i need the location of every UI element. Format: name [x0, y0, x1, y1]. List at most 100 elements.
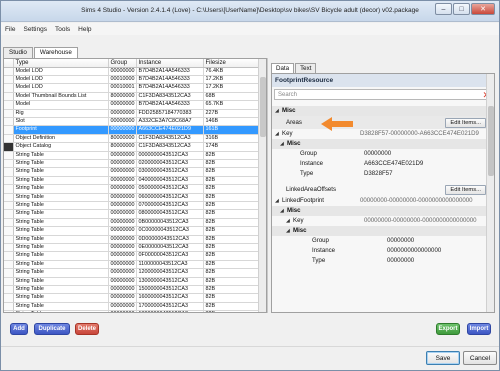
list-scrollbar[interactable] — [258, 59, 266, 312]
edit-linked-offsets-button[interactable]: Edit Items... — [445, 185, 486, 195]
table-row[interactable]: Object Catalog 80000000 C1F3DA8343512CA3 17… — [4, 142, 261, 152]
table-row[interactable]: Model LOD 00000000 B7D4B2A14A546333 76.4KB — [4, 67, 261, 76]
prop-key[interactable]: ◢ Key D3828F57-00000000-A663CCE474E021D9 — [272, 129, 494, 139]
table-row[interactable]: Model LOD 00010001 B7D4B2A14A546333 17.2KB — [4, 83, 261, 93]
table-row[interactable]: Footprint 00000000 A663CCE474E021D9 161B — [4, 125, 261, 135]
tab-warehouse[interactable]: Warehouse — [33, 47, 78, 58]
table-row[interactable]: String Table 00000000 0700000043512CA3 82B — [4, 201, 261, 211]
cell-group: 00000000 — [108, 310, 137, 312]
close-button[interactable]: ✕ — [471, 3, 495, 15]
cell-instance: 0500000043512CA3 — [136, 184, 204, 194]
minimize-button[interactable]: – — [435, 3, 452, 15]
table-row[interactable]: String Table 00000000 0500000043512CA3 82B — [4, 184, 261, 194]
tab-studio[interactable]: Studio — [3, 47, 33, 58]
table-row[interactable]: Rig 00000000 FDD25857184770383 227B — [4, 109, 261, 118]
table-row[interactable]: Slot 00000000 A332CE3A7C8C68A7 146B — [4, 117, 261, 127]
export-button[interactable]: Export — [436, 323, 460, 335]
table-row[interactable]: String Table 00000000 0E00000043512CA3 82B — [4, 243, 261, 253]
row-marker — [4, 167, 14, 177]
search-input[interactable]: Search — [274, 89, 492, 100]
table-row[interactable]: String Table 00000000 1100000043512CA3 82B — [4, 260, 261, 270]
header-group[interactable]: Group — [108, 59, 137, 68]
table-row[interactable]: String Table 00000000 0300000043512CA3 82B — [4, 167, 261, 177]
list-scroll-thumb[interactable] — [260, 77, 266, 137]
title-bar: Sims 4 Studio - Version 2.4.1.4 (Love) -… — [1, 1, 499, 22]
prop-group-linked[interactable]: Group 00000000 — [272, 236, 494, 246]
table-row[interactable]: String Table 00000000 0800000043512CA3 82B — [4, 209, 261, 219]
table-row[interactable]: String Table 00000000 0D00000043512CA3 82B — [4, 235, 261, 245]
menu-tools[interactable]: Tools — [55, 26, 70, 33]
table-row[interactable]: String Table 00000000 1500000043512CA3 82B — [4, 285, 261, 295]
cell-group: 00000000 — [108, 243, 137, 253]
table-row[interactable]: String Table000000001800000043512CA382B — [4, 310, 261, 312]
prop-instance[interactable]: Instance A663CCE474E021D9 — [272, 159, 494, 169]
table-row[interactable]: String Table 00000000 1600000043512CA3 82B — [4, 293, 261, 303]
delete-button[interactable]: Delete — [75, 323, 99, 335]
prop-type-linked[interactable]: Type 00000000 — [272, 256, 494, 266]
collapse-triangle-icon[interactable]: ◢ — [275, 106, 279, 116]
tab-text[interactable]: Text — [295, 63, 317, 73]
menu-settings[interactable]: Settings — [23, 26, 47, 33]
header-type[interactable]: Type — [13, 59, 109, 68]
row-marker — [4, 226, 14, 236]
prop-instance-linked[interactable]: Instance 0000000000000000 — [272, 246, 494, 256]
collapse-triangle-icon[interactable]: ◢ — [280, 139, 284, 149]
table-row[interactable]: String Table 00000000 1200000043512CA3 82B — [4, 268, 261, 278]
prop-linked-area-offsets[interactable]: LinkedAreaOffsets Edit Items... — [272, 183, 494, 196]
prop-key-linked[interactable]: ◢ Key 00000000-00000000-0000000000000000 — [272, 216, 494, 226]
maximize-button[interactable]: □ — [453, 3, 470, 15]
prop-areas[interactable]: Areas Edit Items... — [272, 116, 494, 129]
table-row[interactable]: String Table 00000000 0C00000043512CA3 82B — [4, 226, 261, 236]
table-row[interactable]: String Table 00000000 0400000043512CA3 82B — [4, 176, 261, 186]
section-misc-linked[interactable]: ◢ Misc — [272, 206, 494, 216]
row-marker — [4, 75, 14, 85]
cell-filesize: 174B — [203, 142, 261, 152]
table-row[interactable]: String Table 00000000 0200000043512CA3 82B — [4, 159, 261, 169]
main-tabs: Studio Warehouse — [3, 47, 79, 58]
collapse-triangle-icon[interactable]: ◢ — [275, 196, 279, 206]
collapse-triangle-icon[interactable]: ◢ — [286, 216, 290, 226]
cell-type: String Table — [13, 293, 109, 303]
pane-splitter[interactable] — [267, 58, 268, 313]
table-row[interactable]: String Table 00000000 1300000043512CA3 82B — [4, 277, 261, 287]
collapse-triangle-icon[interactable]: ◢ — [280, 206, 284, 216]
header-filesize[interactable]: Filesize — [203, 59, 261, 68]
table-row[interactable]: Model Thumbnail Bounds List 80000000 C1F3D… — [4, 92, 261, 102]
table-row[interactable]: String Table 00000000 1700000043512CA3 82B — [4, 302, 261, 312]
row-marker — [4, 83, 14, 93]
header-instance[interactable]: Instance — [136, 59, 204, 68]
cell-filesize: 82B — [203, 260, 261, 270]
collapse-triangle-icon[interactable]: ◢ — [286, 226, 290, 236]
save-button[interactable]: Save — [426, 351, 460, 365]
prop-type[interactable]: Type D3828F57 — [272, 169, 494, 179]
prop-group[interactable]: Group 00000000 — [272, 149, 494, 159]
edit-areas-button[interactable]: Edit Items... — [445, 118, 486, 128]
prop-linked-footprint[interactable]: ◢ LinkedFootprint 00000000-00000000-0000… — [272, 196, 494, 206]
add-button[interactable]: Add — [10, 323, 28, 335]
property-scroll-thumb[interactable] — [488, 106, 494, 176]
row-marker — [4, 193, 14, 203]
cell-group: 00000000 — [108, 226, 137, 236]
cancel-button[interactable]: Cancel — [463, 351, 497, 365]
property-scrollbar[interactable] — [486, 74, 494, 312]
table-row[interactable]: Object Definition 80000000 C1F3DA8343512CA… — [4, 134, 261, 144]
menu-bar: File Settings Tools Help — [1, 23, 499, 35]
cell-instance: C1F3DA8343512CA3 — [136, 134, 204, 144]
table-row[interactable]: Model LOD 00010000 B7D4B2A14A546333 17.2KB — [4, 75, 261, 85]
menu-file[interactable]: File — [5, 26, 15, 33]
section-misc-linked-key[interactable]: ◢ Misc — [272, 226, 494, 236]
cell-filesize: 161B — [203, 125, 261, 135]
tab-data[interactable]: Data — [271, 63, 295, 73]
menu-help[interactable]: Help — [78, 26, 91, 33]
section-misc-key[interactable]: ◢ Misc — [272, 139, 494, 149]
import-button[interactable]: Import — [467, 323, 491, 335]
section-misc[interactable]: ◢ Misc — [272, 106, 494, 116]
collapse-triangle-icon[interactable]: ◢ — [275, 129, 279, 139]
table-row[interactable]: String Table 00000000 0F00000043512CA3 82B — [4, 251, 261, 261]
duplicate-button[interactable]: Duplicate — [34, 323, 70, 335]
cell-group: 00010001 — [108, 83, 137, 93]
table-row[interactable]: Model 00000000 B7D4B2A14A546333 65.7KB — [4, 100, 261, 110]
table-row[interactable]: String Table 00000000 0600000043512CA3 82B — [4, 193, 261, 203]
table-row[interactable]: String Table 00000000 0000000043512CA3 82B — [4, 151, 261, 160]
table-row[interactable]: String Table 00000000 0B00000043512CA3 82B — [4, 218, 261, 228]
